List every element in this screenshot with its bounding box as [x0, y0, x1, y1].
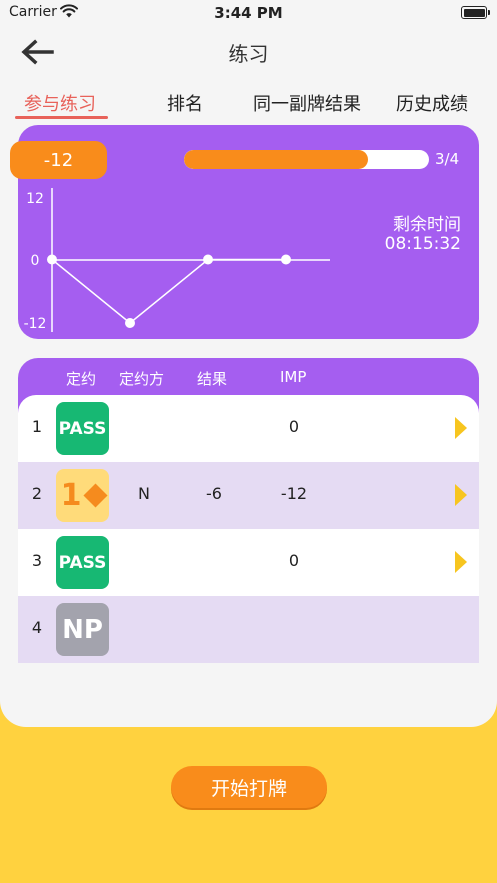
row-detail-arrow-icon[interactable] [455, 417, 467, 439]
row-number: 3 [31, 551, 43, 570]
column-header-declarer: 定约方 [119, 370, 165, 388]
progress-fill [184, 150, 368, 169]
row-number: 4 [31, 618, 43, 637]
column-header-contract: 定约 [66, 370, 97, 388]
imp-cell: -12 [280, 484, 308, 503]
table-row[interactable]: 3 PASS 0 [18, 529, 479, 596]
tab-same-deal-results[interactable]: 同一副牌结果 [253, 90, 361, 116]
result-cell: -6 [206, 484, 222, 503]
status-bar: Carrier 3:44 PM [0, 0, 497, 26]
column-header-result: 结果 [197, 370, 228, 388]
score-badge: -12 [10, 141, 107, 179]
page-title: 练习 [228, 42, 269, 66]
progress-bar [184, 150, 429, 169]
contract-level: 1 [60, 478, 82, 513]
table-row[interactable]: 1 PASS 0 [18, 395, 479, 462]
contract-tile-pass: PASS [56, 402, 109, 455]
contract-tile-np: NP [56, 603, 109, 656]
tab-participate[interactable]: 参与练习 [24, 90, 96, 116]
progress-label: 3/4 [435, 150, 460, 168]
row-number: 2 [31, 484, 43, 503]
status-time: 3:44 PM [214, 4, 283, 22]
row-number: 1 [31, 417, 43, 436]
chart-y-tick-label: 12 [26, 191, 44, 207]
tab-ranking[interactable]: 排名 [167, 90, 203, 116]
chart-y-tick-label: 0 [31, 253, 40, 269]
diamond-icon [83, 483, 108, 508]
chart-point [47, 254, 57, 265]
tab-active-indicator [15, 116, 108, 119]
chart-y-tick-label: -12 [24, 316, 47, 332]
remaining-time-value: 08:15:32 [384, 234, 461, 254]
remaining-time-label: 剩余时间 [393, 215, 461, 235]
chart-series-line [51, 258, 286, 324]
battery-icon [461, 6, 490, 19]
imp-cell: 0 [288, 551, 300, 570]
results-table: 1 PASS 0 2 1 N -6 -12 3 PASS 0 4 NP [18, 395, 479, 663]
row-detail-arrow-icon[interactable] [455, 484, 467, 506]
chart-point [125, 318, 135, 328]
table-row[interactable]: 2 1 N -6 -12 [18, 462, 479, 529]
imp-cell: 0 [288, 417, 300, 436]
tab-history[interactable]: 历史成绩 [396, 90, 468, 116]
contract-tile-pass: PASS [56, 536, 109, 589]
column-header-imp: IMP [280, 368, 307, 386]
table-row: 4 NP [18, 596, 479, 663]
score-line-chart: 12 0 -12 [24, 188, 330, 332]
chart-point [203, 254, 213, 265]
start-playing-button[interactable]: 开始打牌 [171, 766, 327, 808]
chart-point [281, 254, 291, 265]
row-detail-arrow-icon[interactable] [455, 551, 467, 573]
declarer-cell: N [138, 484, 150, 503]
contract-tile-1-diamond: 1 [56, 469, 109, 522]
